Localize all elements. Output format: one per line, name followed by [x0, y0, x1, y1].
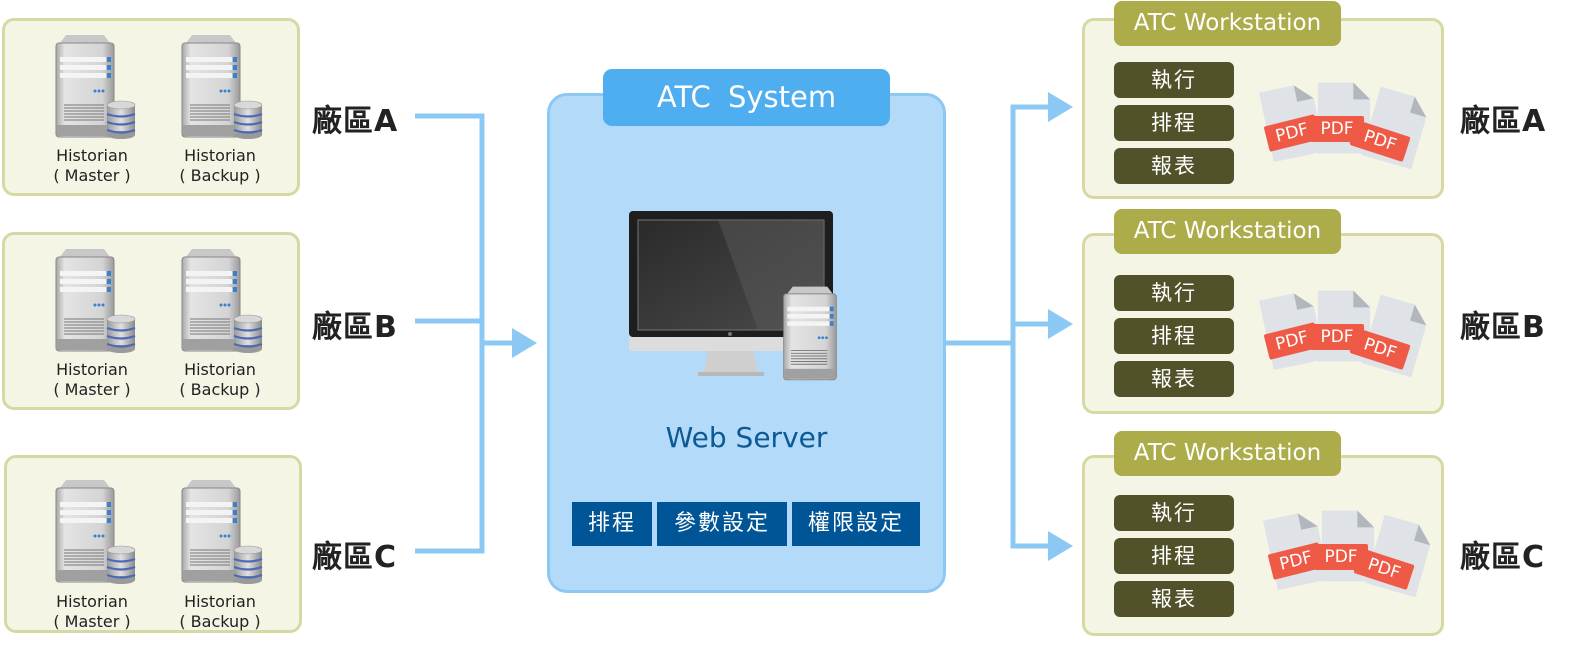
database-icon — [233, 314, 263, 354]
pdf-reports-icon: PDF PDF PDF — [1266, 506, 1436, 616]
web-server-label: Web Server — [665, 421, 828, 454]
plant-b-label: 廠區B — [312, 310, 398, 345]
web-server-icon — [780, 268, 860, 402]
database-icon — [233, 545, 263, 585]
report-button[interactable]: 報表 — [1114, 361, 1234, 397]
historian-master-label: Historian( Master ) — [53, 360, 131, 399]
workstation-c-plant-label: 廠區C — [1460, 540, 1546, 575]
atc-system-title: ATC System — [603, 69, 890, 126]
execute-button[interactable]: 執行 — [1114, 62, 1234, 98]
schedule-button[interactable]: 排程 — [1114, 105, 1234, 141]
execute-button[interactable]: 執行 — [1114, 275, 1234, 311]
execute-button[interactable]: 執行 — [1114, 495, 1234, 531]
pdf-reports-icon: PDF PDF PDF — [1262, 78, 1432, 188]
permission-settings-button[interactable]: 權限設定 — [792, 502, 920, 546]
schedule-button[interactable]: 排程 — [1114, 538, 1234, 574]
database-icon — [233, 100, 263, 140]
line-plant-a-to-bus — [415, 113, 485, 554]
database-icon — [106, 100, 136, 140]
report-button[interactable]: 報表 — [1114, 148, 1234, 184]
parameter-settings-button[interactable]: 參數設定 — [657, 502, 787, 546]
report-button[interactable]: 報表 — [1114, 581, 1234, 617]
historian-master-label: Historian( Master ) — [53, 592, 131, 631]
database-icon — [106, 314, 136, 354]
workstation-b-title: ATC Workstation — [1114, 209, 1341, 254]
historian-backup-label: Historian( Backup ) — [179, 592, 261, 631]
database-icon — [106, 545, 136, 585]
historian-master-label: Historian( Master ) — [53, 146, 131, 185]
workstation-c-title: ATC Workstation — [1114, 431, 1341, 476]
pdf-reports-icon: PDF PDF PDF — [1262, 286, 1432, 396]
plant-a-label: 廠區A — [312, 104, 399, 139]
historian-backup-label: Historian( Backup ) — [179, 146, 261, 185]
workstation-a-title: ATC Workstation — [1114, 1, 1341, 46]
historian-backup-label: Historian( Backup ) — [179, 360, 261, 399]
workstation-b-plant-label: 廠區B — [1460, 310, 1546, 345]
schedule-button[interactable]: 排程 — [1114, 318, 1234, 354]
workstation-a-plant-label: 廠區A — [1460, 104, 1547, 139]
plant-c-label: 廠區C — [312, 540, 398, 575]
schedule-button[interactable]: 排程 — [572, 502, 652, 546]
